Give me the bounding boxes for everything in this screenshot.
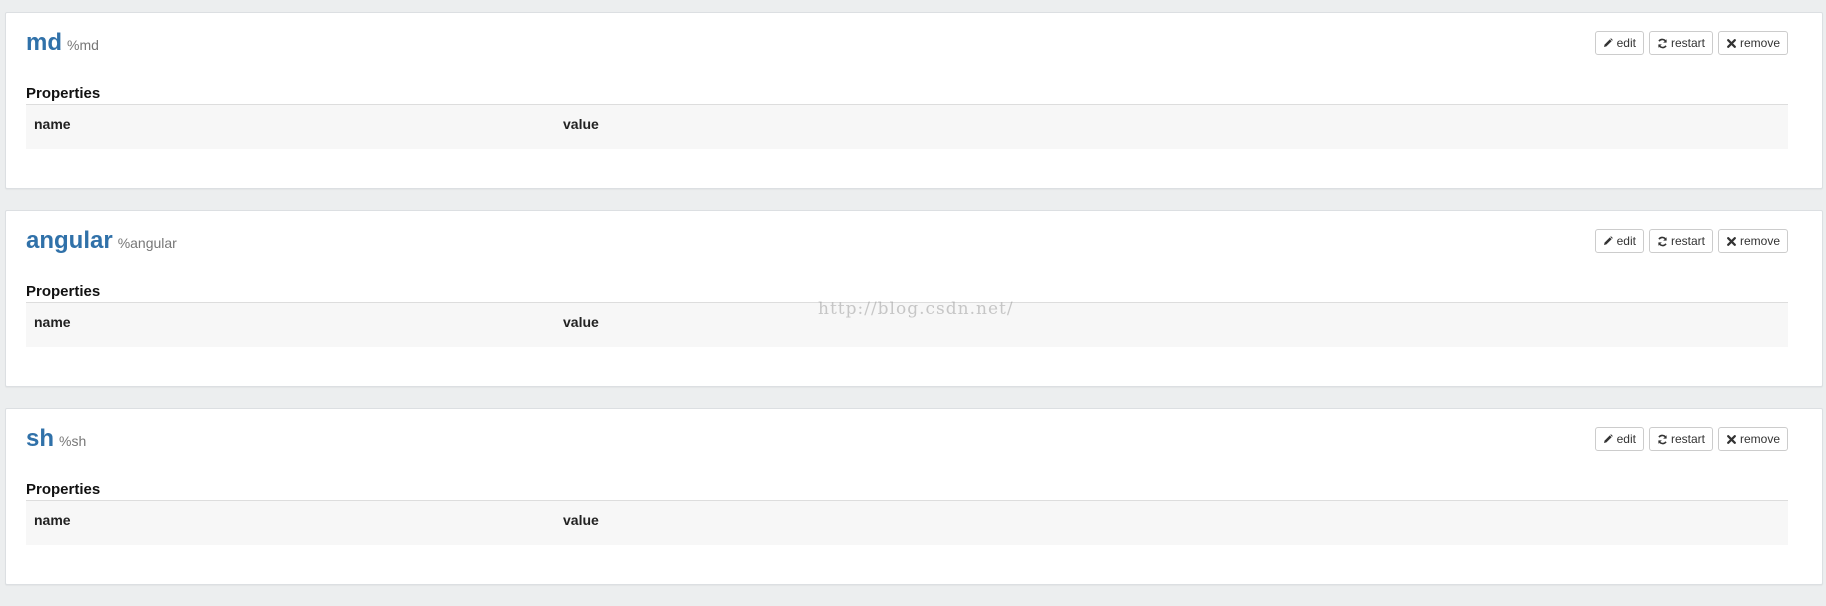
interpreter-name: angular [26,227,113,254]
edit-button-label: edit [1616,234,1636,248]
interpreter-group: %md [67,37,99,53]
interpreter-list: md %md edit restart remove Properties na… [5,12,1823,606]
properties-heading: Properties [26,283,101,300]
refresh-icon [1657,434,1668,445]
column-header-name: name [34,314,71,330]
interpreter-actions: edit restart remove [1594,427,1788,451]
remove-button[interactable]: remove [1717,229,1788,253]
edit-button[interactable]: edit [1594,31,1644,55]
properties-table: name value [26,302,1788,347]
properties-table: name value [26,500,1788,545]
column-header-name: name [34,512,71,528]
edit-button-label: edit [1616,432,1636,446]
restart-button-label: restart [1670,36,1705,50]
times-icon [1726,236,1737,247]
pencil-icon [1603,236,1614,247]
properties-heading: Properties [26,481,101,498]
properties-heading: Properties [26,85,101,102]
interpreter-panel-angular: angular %angular edit restart remove Pro… [5,210,1823,387]
column-header-value: value [563,314,599,330]
interpreter-title: angular %angular [26,227,177,255]
pencil-icon [1603,434,1614,445]
restart-button[interactable]: restart [1648,229,1713,253]
remove-button[interactable]: remove [1717,427,1788,451]
remove-button-label: remove [1739,432,1780,446]
interpreter-group: %sh [59,433,87,449]
interpreter-title: md %md [26,29,99,57]
refresh-icon [1657,236,1668,247]
restart-button-label: restart [1670,234,1705,248]
interpreter-title: sh %sh [26,425,86,453]
properties-table: name value [26,104,1788,149]
column-header-value: value [563,512,599,528]
edit-button[interactable]: edit [1594,229,1644,253]
interpreter-name: md [26,29,62,56]
interpreter-actions: edit restart remove [1594,229,1788,253]
restart-button-label: restart [1670,432,1705,446]
times-icon [1726,434,1737,445]
pencil-icon [1603,38,1614,49]
interpreter-panel-md: md %md edit restart remove Properties na… [5,12,1823,189]
remove-button-label: remove [1739,234,1780,248]
remove-button[interactable]: remove [1717,31,1788,55]
interpreter-name: sh [26,425,55,452]
column-header-name: name [34,116,71,132]
times-icon [1726,38,1737,49]
interpreter-actions: edit restart remove [1594,31,1788,55]
interpreter-panel-sh: sh %sh edit restart remove Properties na… [5,408,1823,585]
remove-button-label: remove [1739,36,1780,50]
restart-button[interactable]: restart [1648,31,1713,55]
refresh-icon [1657,38,1668,49]
interpreter-group: %angular [117,235,177,251]
restart-button[interactable]: restart [1648,427,1713,451]
edit-button-label: edit [1616,36,1636,50]
column-header-value: value [563,116,599,132]
edit-button[interactable]: edit [1594,427,1644,451]
